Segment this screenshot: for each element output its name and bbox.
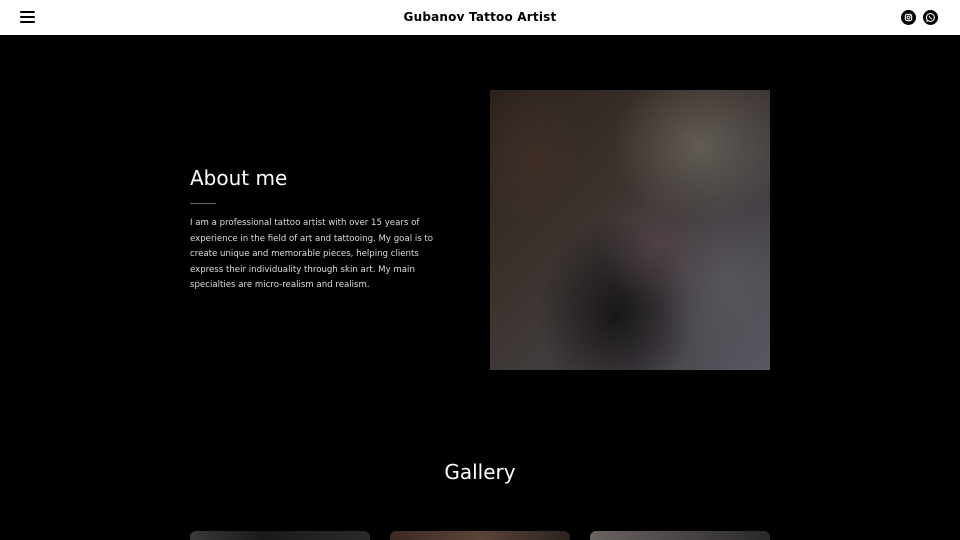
gallery-heading: Gallery	[444, 460, 516, 484]
about-divider	[190, 203, 216, 204]
hamburger-icon[interactable]	[20, 11, 35, 23]
instagram-icon[interactable]	[901, 10, 916, 25]
about-photo	[490, 90, 770, 370]
site-title[interactable]: Gubanov Tattoo Artist	[0, 0, 960, 35]
gallery-image[interactable]	[390, 531, 570, 540]
whatsapp-icon[interactable]	[923, 10, 938, 25]
about-description: I am a professional tattoo artist with o…	[190, 218, 434, 290]
site-header: Gubanov Tattoo Artist	[0, 0, 960, 35]
gallery-image[interactable]	[590, 531, 770, 540]
about-heading: About me	[190, 166, 288, 190]
gallery-image[interactable]	[190, 531, 370, 540]
